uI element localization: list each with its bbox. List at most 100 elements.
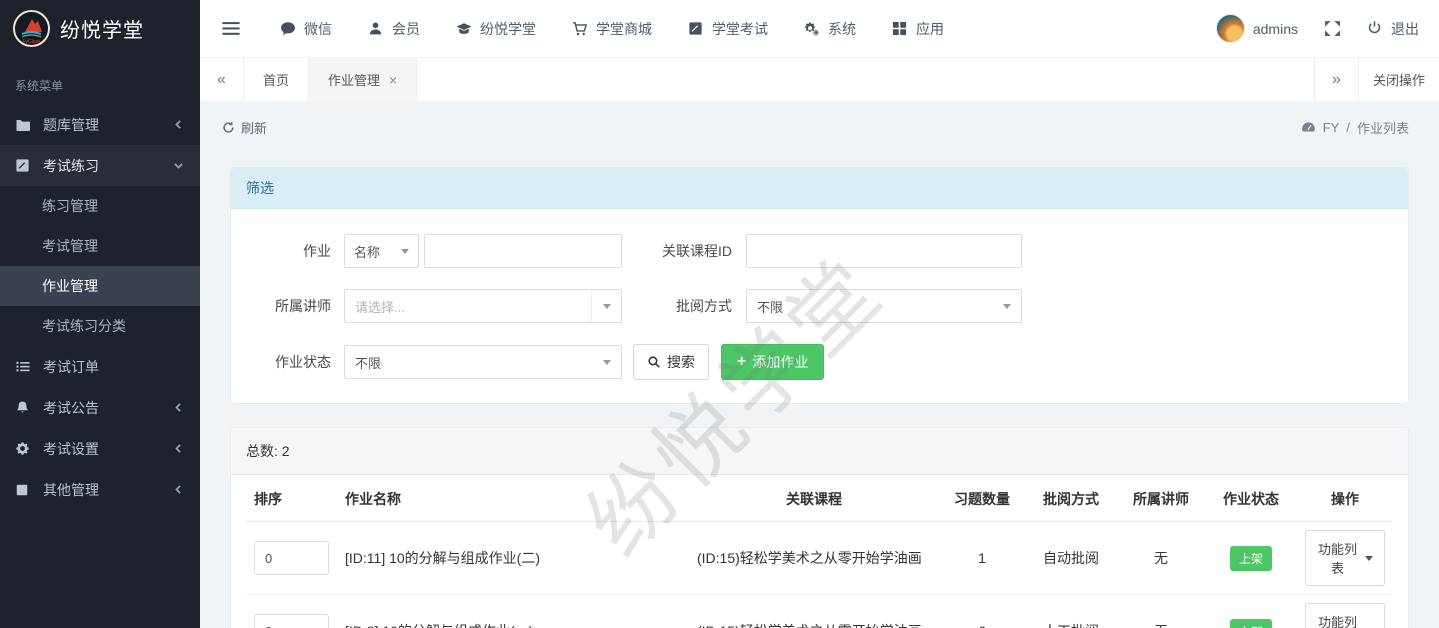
caret-down-icon (1003, 304, 1011, 309)
review-label: 批阅方式 (636, 296, 732, 316)
sidebar-item-exam-settings[interactable]: 考试设置 (0, 428, 200, 469)
teacher-select[interactable]: 请选择... (344, 289, 622, 323)
col-count: 习题数量 (939, 475, 1025, 522)
breadcrumb-separator: / (1346, 120, 1350, 135)
sidebar-item-exam-notice[interactable]: 考试公告 (0, 387, 200, 428)
caret-down-icon (401, 249, 409, 254)
job-name-input[interactable] (434, 244, 612, 259)
close-operations-dropdown[interactable]: 关闭操作 (1358, 58, 1439, 101)
function-list-dropdown[interactable]: 功能列表 (1305, 530, 1385, 586)
chevron-left-icon (172, 442, 185, 455)
tab-bar-right: » 关闭操作 (1314, 58, 1439, 101)
teacher: 无 (1117, 522, 1205, 595)
add-homework-button[interactable]: + 添加作业 (721, 344, 824, 380)
close-tab-icon[interactable]: × (389, 72, 397, 88)
nav-item-system[interactable]: 系统 (804, 19, 856, 39)
nav-item-label: 学堂考试 (712, 19, 768, 39)
submenu-label: 练习管理 (42, 196, 98, 216)
table-row: [ID:8] 10的分解与组成作业(一) (ID:15)轻松学美术之从零开始学油… (246, 595, 1393, 628)
dashboard-icon (1301, 121, 1316, 134)
brand[interactable]: FyClass 纷悦学堂 (0, 0, 200, 57)
sidebar-item-exam-practice[interactable]: 考试练习 (0, 145, 200, 186)
sort-input[interactable] (254, 614, 329, 628)
col-review: 批阅方式 (1025, 475, 1117, 522)
chevron-left-icon (172, 401, 185, 414)
path-bar: 刷新 FY / 作业列表 (200, 101, 1439, 153)
course-id-input[interactable] (756, 244, 1012, 259)
function-list-label: 功能列表 (1317, 539, 1358, 577)
app-logo-icon: FyClass (13, 10, 50, 47)
sidebar-item-label: 考试公告 (43, 398, 99, 418)
sidebar-subitem-homework-mgmt[interactable]: 作业管理 (0, 266, 200, 306)
related-course: (ID:15)轻松学美术之从零开始学油画 (689, 595, 939, 628)
review-select-value: 不限 (757, 297, 783, 316)
exercise-count: 1 (939, 522, 1025, 595)
sidebar-section-label: 系统菜单 (0, 57, 200, 104)
tab-label: 作业管理 (328, 70, 380, 89)
breadcrumb: FY / 作业列表 (1301, 118, 1409, 137)
total-value: 2 (282, 443, 290, 459)
col-course: 关联课程 (689, 475, 939, 522)
status-badge: 上架 (1230, 619, 1272, 628)
search-button-label: 搜索 (667, 352, 695, 372)
submenu-label: 作业管理 (42, 276, 98, 296)
tabs-scroll-right-button[interactable]: » (1314, 58, 1358, 101)
tab-label: 首页 (263, 70, 289, 89)
col-name: 作业名称 (337, 475, 689, 522)
col-status: 作业状态 (1205, 475, 1297, 522)
fullscreen-icon[interactable] (1324, 20, 1341, 37)
graduation-cap-icon (456, 21, 472, 37)
job-search-type-select[interactable]: 名称 (344, 234, 419, 268)
gears-icon (804, 21, 820, 37)
sidebar-subitem-exam-mgmt[interactable]: 考试管理 (0, 226, 200, 266)
caret-down-icon (603, 360, 611, 365)
nav-item-apps[interactable]: 应用 (892, 19, 944, 39)
breadcrumb-root[interactable]: FY (1323, 120, 1340, 135)
sidebar-item-other-mgmt[interactable]: 其他管理 (0, 469, 200, 510)
job-label: 作业 (246, 241, 331, 261)
tab-homework-mgmt[interactable]: 作业管理 × (309, 58, 417, 101)
logout-button[interactable]: 退出 (1367, 19, 1419, 39)
submenu-label: 考试管理 (42, 236, 98, 256)
tab-bar: « 首页 作业管理 × » 关闭操作 (200, 57, 1439, 101)
nav-item-wechat[interactable]: 微信 (280, 19, 332, 39)
nav-item-label: 微信 (304, 19, 332, 39)
edit-icon (15, 158, 32, 174)
sidebar-item-question-bank[interactable]: 题库管理 (0, 104, 200, 145)
nav-item-school[interactable]: 纷悦学堂 (456, 19, 536, 39)
nav-item-exam[interactable]: 学堂考试 (688, 19, 768, 39)
user-menu[interactable]: admins (1216, 14, 1298, 43)
page: FyClass 纷悦学堂 系统菜单 题库管理 考试练习 练习 (0, 0, 1439, 628)
nav-item-members[interactable]: 会员 (368, 19, 420, 39)
tabs-scroll-left-button[interactable]: « (200, 58, 244, 101)
chevron-left-icon (172, 118, 185, 131)
avatar (1216, 14, 1245, 43)
grid-icon (892, 21, 908, 37)
status-badge: 上架 (1230, 546, 1272, 571)
nav-item-label: 会员 (392, 19, 420, 39)
sidebar-subitem-exam-category[interactable]: 考试练习分类 (0, 306, 200, 346)
nav-item-label: 应用 (916, 19, 944, 39)
status-label: 作业状态 (246, 352, 331, 372)
nav-item-mall[interactable]: 学堂商城 (572, 19, 652, 39)
sidebar-item-label: 考试设置 (43, 439, 99, 459)
sidebar-subitem-practice-mgmt[interactable]: 练习管理 (0, 186, 200, 226)
col-sort: 排序 (246, 475, 337, 522)
review-mode: 人工批阅 (1025, 595, 1117, 628)
hamburger-menu-icon[interactable] (222, 21, 240, 36)
filter-panel: 筛选 作业 名称 关联课程ID 所 (230, 167, 1409, 404)
sidebar-item-label: 考试订单 (43, 357, 99, 377)
gear-icon (15, 441, 32, 457)
square-icon (15, 482, 32, 498)
table-panel: 总数: 2 排序 作业名称 关联课程 习题数量 批阅方式 所属讲师 (230, 427, 1409, 628)
sidebar-item-exam-orders[interactable]: 考试订单 (0, 346, 200, 387)
app-title: 纷悦学堂 (60, 14, 144, 43)
refresh-button[interactable]: 刷新 (222, 118, 267, 137)
tab-home[interactable]: 首页 (244, 58, 309, 101)
sort-input[interactable] (254, 541, 329, 575)
function-list-dropdown[interactable]: 功能列表 (1305, 603, 1385, 628)
review-select[interactable]: 不限 (746, 289, 1022, 323)
search-button[interactable]: 搜索 (633, 344, 709, 380)
status-select[interactable]: 不限 (344, 345, 622, 379)
chevron-down-icon (172, 159, 185, 172)
